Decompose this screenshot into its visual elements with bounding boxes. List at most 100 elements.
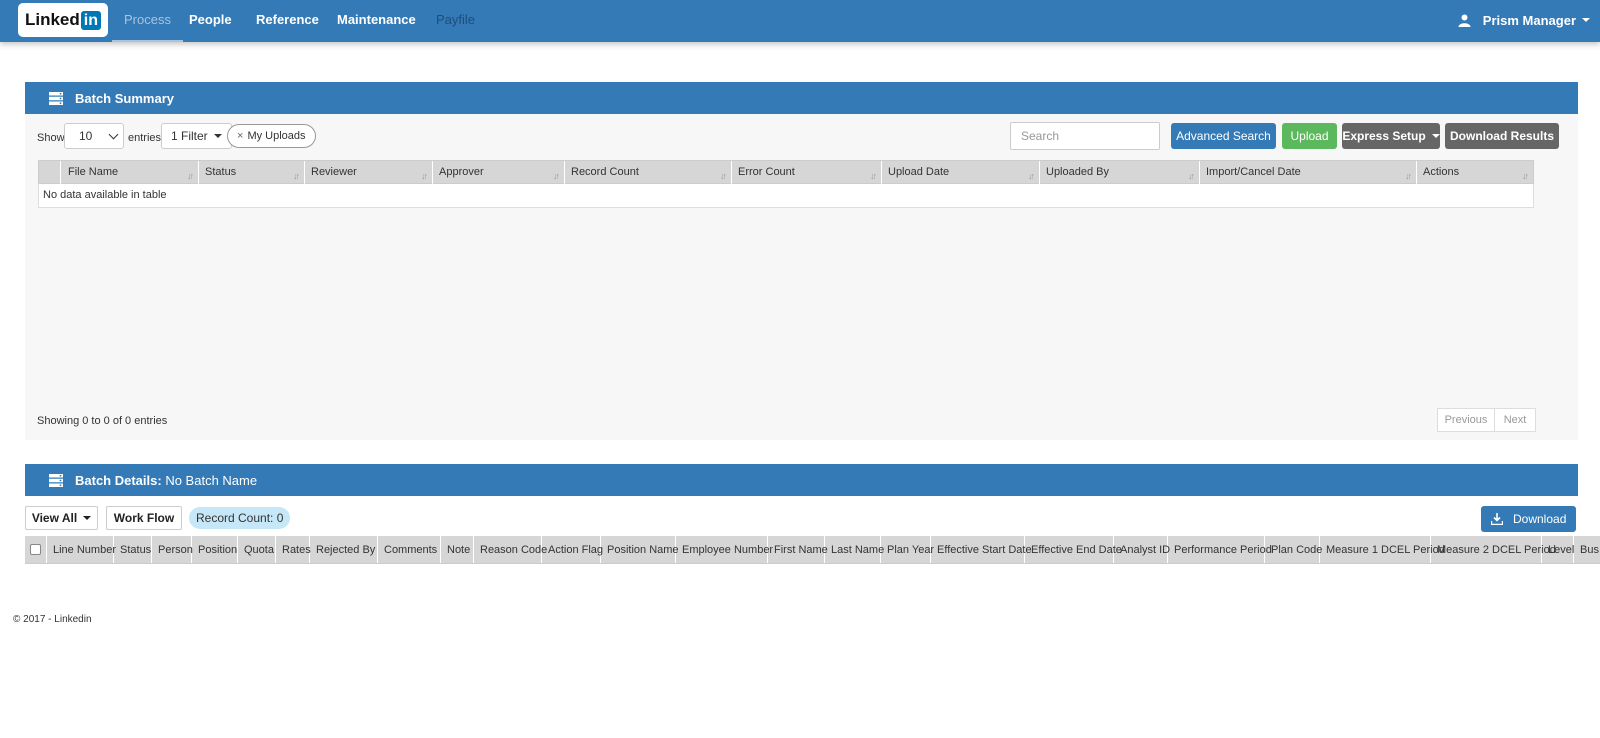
caret-down-icon <box>1582 18 1590 22</box>
th-plan-code[interactable]: Plan Code <box>1265 536 1322 563</box>
th-line-number[interactable]: Line Number <box>47 536 116 563</box>
view-all-label: View All <box>31 511 78 525</box>
th-rejected-by[interactable]: Rejected By <box>310 536 378 563</box>
download-icon <box>1491 513 1503 525</box>
th-effective-end-date[interactable]: Effective End Date <box>1025 536 1122 563</box>
th-note[interactable]: Note <box>441 536 474 563</box>
th-approver[interactable]: Approver ↓↑ <box>433 161 565 185</box>
th-label: Record Count <box>571 166 639 178</box>
remove-x-icon[interactable]: × <box>237 130 243 142</box>
upload-button[interactable]: Upload <box>1282 123 1337 149</box>
top-navbar: Linked in Process People Reference Mainte… <box>0 0 1600 42</box>
th-rates[interactable]: Rates <box>276 536 311 563</box>
th-file-name[interactable]: File Name ↓↑ <box>61 161 199 185</box>
th-position-name[interactable]: Position Name <box>601 536 679 563</box>
th-level[interactable]: Level <box>1542 536 1574 563</box>
user-name: Prism Manager <box>1482 12 1576 28</box>
th-effective-start-date[interactable]: Effective Start Date <box>931 536 1032 563</box>
th-label: Uploaded By <box>1046 166 1109 178</box>
batch-details-table-header: Line Number Status Person Position Quota… <box>25 536 1600 564</box>
th-uploaded-by[interactable]: Uploaded By ↓↑ <box>1040 161 1200 185</box>
th-action-flag[interactable]: Action Flag <box>542 536 603 563</box>
express-setup-button[interactable]: Express Setup <box>1342 123 1440 149</box>
th-measure-1-dcel-period[interactable]: Measure 1 DCEL Period <box>1320 536 1445 563</box>
server-stack-icon <box>49 91 63 105</box>
logo-text: Linked <box>24 10 80 29</box>
batch-details-header: Batch Details: No Batch Name <box>25 464 1578 496</box>
nav-people[interactable]: People <box>189 0 232 42</box>
view-all-dropdown-button[interactable]: View All <box>25 506 98 530</box>
th-error-count[interactable]: Error Count ↓↑ <box>732 161 882 185</box>
entries-select[interactable]: 10 <box>64 123 124 149</box>
previous-page-button[interactable]: Previous <box>1437 408 1495 432</box>
th-label: Actions <box>1423 166 1460 178</box>
nav-reference[interactable]: Reference <box>256 0 319 42</box>
th-spacer <box>39 161 61 185</box>
entries-value: 10 <box>79 129 93 143</box>
chevron-down-icon <box>108 129 119 140</box>
showing-entries-info: Showing 0 to 0 of 0 entries <box>37 415 168 427</box>
th-upload-date[interactable]: Upload Date ↓↑ <box>882 161 1040 185</box>
user-icon <box>1458 14 1471 27</box>
entries-label: entries <box>128 132 162 144</box>
th-employee-number[interactable]: Employee Number <box>676 536 773 563</box>
nav-maintenance[interactable]: Maintenance <box>337 0 416 42</box>
filter-dropdown-button[interactable]: 1 Filter <box>161 123 232 149</box>
th-label: Upload Date <box>888 166 950 178</box>
th-status[interactable]: Status <box>114 536 152 563</box>
th-status[interactable]: Status ↓↑ <box>199 161 305 185</box>
logo-in-badge: in <box>80 10 101 30</box>
caret-down-icon <box>213 134 222 138</box>
th-person[interactable]: Person <box>152 536 193 563</box>
th-select-all <box>25 536 47 563</box>
th-label: Reviewer <box>311 166 357 178</box>
th-performance-period[interactable]: Performance Period <box>1168 536 1272 563</box>
th-last-name[interactable]: Last Name <box>825 536 884 563</box>
nav-payfile[interactable]: Payfile <box>436 0 475 42</box>
select-all-checkbox[interactable] <box>30 544 41 555</box>
download-label: Download <box>1513 512 1567 526</box>
work-flow-button[interactable]: Work Flow <box>106 506 182 530</box>
th-actions[interactable]: Actions ↓↑ <box>1417 161 1533 185</box>
my-uploads-filter-chip[interactable]: × My Uploads <box>227 124 316 148</box>
th-import-cancel-date[interactable]: Import/Cancel Date ↓↑ <box>1200 161 1417 185</box>
th-reason-code[interactable]: Reason Code <box>474 536 547 563</box>
linkedin-logo[interactable]: Linked in <box>18 3 108 37</box>
th-label: Approver <box>439 166 484 178</box>
download-button[interactable]: Download <box>1481 506 1577 532</box>
th-comments[interactable]: Comments <box>378 536 441 563</box>
download-results-button[interactable]: Download Results <box>1445 123 1559 149</box>
record-count-badge: Record Count: 0 <box>189 507 291 529</box>
advanced-search-button[interactable]: Advanced Search <box>1171 123 1276 149</box>
batch-summary-table-header: File Name ↓↑ Status ↓↑ Reviewer ↓↑ Approver… <box>38 160 1534 185</box>
th-first-name[interactable]: First Name <box>768 536 828 563</box>
server-stack-icon <box>49 473 63 487</box>
caret-down-icon <box>1431 134 1440 138</box>
batch-name: No Batch Name <box>165 472 258 488</box>
th-label: Import/Cancel Date <box>1206 166 1301 178</box>
batch-summary-title: Batch Summary <box>75 90 174 106</box>
th-plan-year[interactable]: Plan Year <box>881 536 934 563</box>
th-quota[interactable]: Quota <box>238 536 276 563</box>
caret-down-icon <box>83 516 92 520</box>
th-bus[interactable]: Bus <box>1574 536 1600 563</box>
footer-copyright: © 2017 - Linkedin <box>13 614 92 625</box>
express-setup-label: Express Setup <box>1342 129 1426 143</box>
empty-table-message: No data available in table <box>38 184 1534 208</box>
th-analyst-id[interactable]: Analyst ID <box>1114 536 1170 563</box>
th-label: Status <box>205 166 237 178</box>
th-record-count[interactable]: Record Count ↓↑ <box>565 161 732 185</box>
show-label: Show <box>37 132 65 144</box>
th-measure-2-dcel-period[interactable]: Measure 2 DCEL Period <box>1431 536 1556 563</box>
search-input[interactable] <box>1010 122 1160 150</box>
batch-summary-body: Show 10 entries 1 Filter × My Uploads Ad… <box>25 114 1578 440</box>
batch-details-title: Batch Details: <box>75 472 162 488</box>
th-reviewer[interactable]: Reviewer ↓↑ <box>305 161 433 185</box>
th-position[interactable]: Position <box>192 536 238 563</box>
next-page-button[interactable]: Next <box>1494 408 1536 432</box>
user-menu[interactable]: Prism Manager <box>1458 0 1590 40</box>
my-uploads-label: My Uploads <box>247 130 306 142</box>
th-label: File Name <box>68 166 119 178</box>
filter-label: 1 Filter <box>171 129 208 143</box>
nav-process[interactable]: Process <box>112 0 183 42</box>
